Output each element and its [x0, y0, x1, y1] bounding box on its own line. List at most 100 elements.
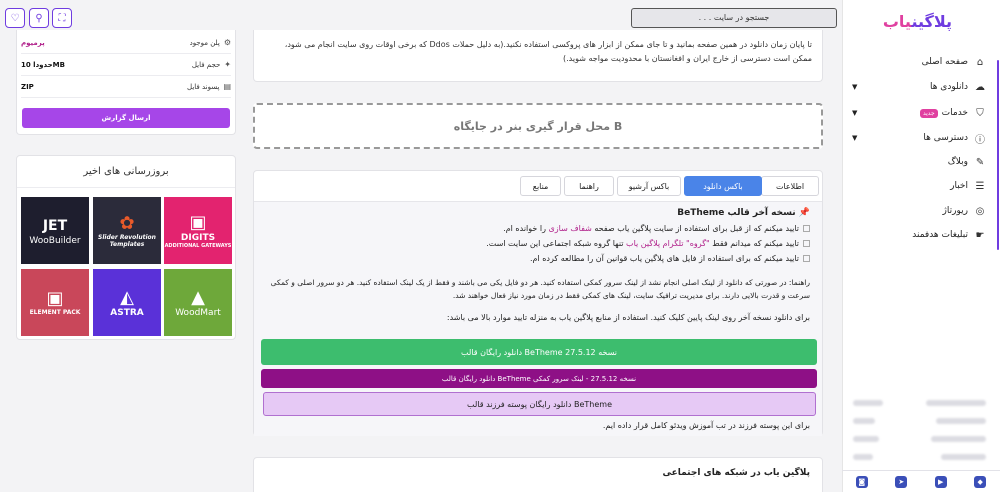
tab-download-box[interactable]: باکس دانلود	[684, 176, 762, 196]
info-value: ZIP	[21, 82, 34, 91]
blurred-stat	[853, 454, 873, 460]
tile-label: DIGITS	[180, 232, 216, 243]
jet-logo-icon: JET	[42, 217, 68, 234]
sidebar-item-home[interactable]: ⌂ صفحه اصلی	[842, 52, 1000, 72]
shield-icon: ⛉	[976, 107, 984, 119]
sidebar-item-label: وبلاگ	[947, 157, 968, 167]
sidebar-item-access[interactable]: ⓘ دسترسی ها ▼	[842, 128, 1000, 148]
pin-icon: 📌	[798, 208, 810, 218]
download-title: 📌 نسخه آخر قالب BeTheme	[677, 208, 810, 218]
info-row-size: حدودا 10MB ✦ حجم فایل	[21, 54, 231, 76]
digits-icon: ▣	[189, 211, 207, 233]
tab-guide[interactable]: راهنما	[564, 176, 614, 196]
recent-tile[interactable]: ▣ ELEMENT PACK	[21, 269, 89, 336]
download-main-button[interactable]: دانلود رایگان قالب BeTheme نسخه 27.5.12	[261, 339, 817, 365]
fullscreen-icon: ⛶	[58, 12, 66, 24]
file-icon: ▤	[223, 82, 231, 91]
telegram-icon[interactable]: ➤	[895, 475, 908, 488]
blurred-stat	[853, 436, 879, 442]
blurred-stat	[926, 400, 986, 406]
checkbox[interactable]	[803, 240, 810, 247]
tab-archive-box[interactable]: باکس آرشیو	[617, 176, 681, 196]
sidebar-item-label: تبلیغات هدفمند	[912, 230, 968, 240]
child-theme-note: برای این پوسته فرزند در تب آموزش ویدئو ک…	[602, 421, 810, 430]
download-card: اطلاعات باکس دانلود باکس آرشیو راهنما من…	[253, 170, 823, 436]
recent-tile[interactable]: ▲ WoodMart	[164, 269, 232, 336]
plan-icon: ⚙	[223, 38, 231, 47]
blurred-stat	[853, 400, 883, 406]
info-label: پلن موجود	[189, 38, 220, 47]
blurred-stat	[931, 436, 986, 442]
chevron-down-icon: ▼	[852, 134, 858, 142]
sidebar-item-downloads[interactable]: ☁ دانلودی ها ▼	[842, 77, 1000, 97]
tile-label: WooBuilder	[29, 235, 81, 246]
astra-icon: ◭	[120, 286, 134, 308]
download-child-theme-button[interactable]: دانلود رایگان پوسته فرزند قالب BeTheme	[263, 392, 816, 416]
info-value: پرمیوم	[21, 38, 45, 47]
sidebar-item-targeted-ads[interactable]: ☛ تبلیغات هدفمند	[842, 225, 1000, 245]
sidebar-item-reportage[interactable]: ◎ ریورتاژ	[842, 201, 1000, 221]
banner-placeholder[interactable]: محل قرار گیری بنر در جایگاه B	[253, 103, 823, 149]
tab-sources[interactable]: منابع	[520, 176, 561, 196]
send-report-button[interactable]: ارسال گزارش	[22, 108, 230, 128]
notice-text: تا پایان زمان دانلود در همین صفحه بمانید…	[284, 40, 812, 63]
recent-tile[interactable]: ▣ DIGITS ADDITIONAL GATEWAYS	[164, 197, 232, 264]
recent-tile[interactable]: JET WooBuilder	[21, 197, 89, 264]
logo[interactable]: پلاگینیاب	[883, 10, 952, 34]
sidebar: پلاگینیاب ⌂ صفحه اصلی ☁ دانلودی ها ▼ ⛉ خ…	[842, 0, 1000, 492]
download-title-text: نسخه آخر قالب BeTheme	[677, 208, 796, 218]
recent-updates-title: بروزرسانی های اخیر	[17, 156, 235, 188]
blurred-stat	[941, 454, 986, 460]
aparat-icon[interactable]: ▶	[934, 475, 947, 488]
bulb-icon: ⚲	[35, 12, 43, 24]
blog-icon: ✎	[975, 156, 985, 168]
telegram-group-link[interactable]: "گروه" تلگرام پلاگین یاب	[626, 239, 710, 248]
rubika-icon[interactable]: ◆	[974, 475, 987, 488]
topbar: جستجو در سایت . . . ⛶ ⚲ ♡	[0, 0, 842, 34]
element-pack-icon: ▣	[46, 288, 64, 309]
recent-tile[interactable]: ◭ ASTRA	[93, 269, 161, 336]
social-networks-title: پلاگین یاب در شبکه های اجتماعی	[662, 468, 811, 478]
info-row-extension: ZIP ▤ پسوند فایل	[21, 76, 231, 98]
tile-sub: Templates	[109, 240, 145, 248]
sidebar-item-services[interactable]: ⛉ خدمات جدید ▼	[842, 103, 1000, 123]
transparency-link[interactable]: شفاف سازی	[549, 224, 592, 233]
bulb-icon: ✦	[224, 60, 231, 69]
checkbox[interactable]	[803, 255, 810, 262]
check-text: تایید میکنم که از قبل برای استفاده از سا…	[594, 224, 799, 233]
search-input[interactable]: جستجو در سایت . . .	[631, 8, 837, 28]
recent-tile[interactable]: ✿ Slider Revolution Templates	[93, 197, 161, 264]
favorite-button[interactable]: ♡	[5, 8, 25, 28]
sidebar-item-label: صفحه اصلی	[921, 57, 968, 67]
chevron-down-icon: ▼	[852, 83, 858, 91]
sidebar-item-news[interactable]: ☰ اخبار	[842, 176, 1000, 196]
check-telegram[interactable]: تایید میکنم که میدانم فقط "گروه" تلگرام …	[486, 239, 810, 248]
fullscreen-button[interactable]: ⛶	[52, 8, 72, 28]
report-icon: ◎	[975, 205, 985, 217]
blurred-stat	[936, 418, 986, 424]
sidebar-item-label: ریورتاژ	[942, 206, 968, 216]
info-icon: ⓘ	[975, 134, 985, 146]
sidebar-item-label: دسترسی ها	[923, 133, 968, 143]
cloud-download-icon: ☁	[975, 81, 985, 93]
tab-info[interactable]: اطلاعات	[761, 176, 819, 196]
tile-label: ASTRA	[110, 307, 144, 318]
social-bar: ◙ ➤ ▶ ◆	[842, 470, 1000, 492]
check-text: تایید میکنم که میدانم فقط	[712, 239, 799, 248]
tile-label: ELEMENT PACK	[29, 309, 81, 316]
checkbox[interactable]	[803, 225, 810, 232]
home-icon: ⌂	[976, 56, 984, 68]
tile-label: Slider Revolution	[98, 233, 156, 241]
social-networks-card: پلاگین یاب در شبکه های اجتماعی	[253, 457, 823, 492]
idea-button[interactable]: ⚲	[29, 8, 49, 28]
instagram-icon[interactable]: ◙	[855, 475, 868, 488]
sidebar-item-blog[interactable]: ✎ وبلاگ	[842, 152, 1000, 172]
chevron-down-icon: ▼	[852, 109, 858, 117]
info-row-plan: پرمیوم ⚙ پلن موجود	[21, 32, 231, 54]
new-badge: جدید	[919, 108, 938, 118]
download-mirror-button[interactable]: دانلود رایگان قالب BeTheme نسخه 27.5.12 …	[261, 369, 817, 388]
check-rules[interactable]: تایید میکنم که برای استفاده از فایل های …	[530, 254, 810, 263]
tab-content: 📌 نسخه آخر قالب BeTheme تایید میکنم که ا…	[254, 201, 822, 436]
woodmart-icon: ▲	[191, 286, 205, 308]
check-transparency[interactable]: تایید میکنم که از قبل برای استفاده از سا…	[503, 224, 810, 233]
